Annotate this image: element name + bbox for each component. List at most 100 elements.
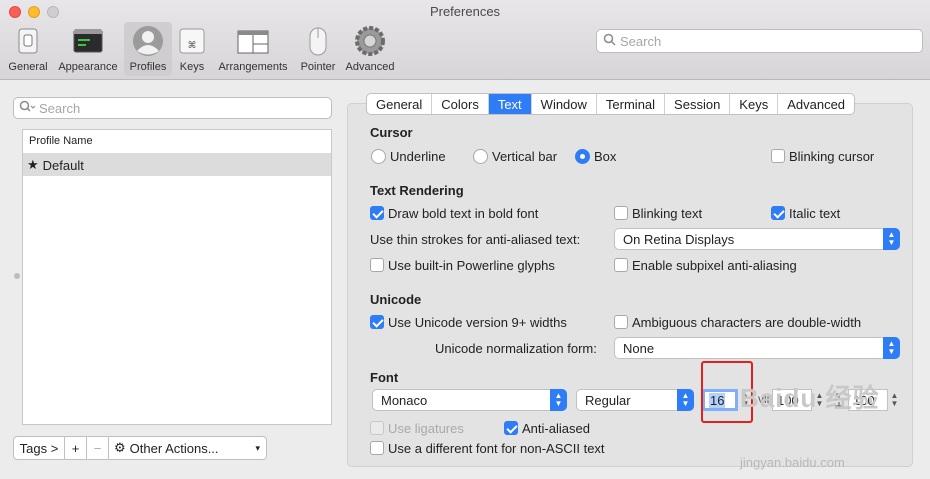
underline-radio[interactable] bbox=[371, 149, 386, 164]
profile-tabs: General Colors Text Window Terminal Sess… bbox=[366, 93, 856, 115]
toolbar-arrangements[interactable]: Arrangements bbox=[214, 22, 292, 76]
search-icon bbox=[19, 100, 37, 116]
powerline-label: Use built-in Powerline glyphs bbox=[388, 258, 555, 273]
popup-arrows-icon: ▲ ▼ bbox=[883, 228, 900, 250]
star-icon: ★ bbox=[27, 157, 39, 172]
toolbar-label: Arrangements bbox=[218, 61, 288, 73]
font-heading: Font bbox=[370, 370, 399, 385]
tab-terminal[interactable]: Terminal bbox=[597, 94, 666, 114]
other-actions-menu[interactable]: ⚙ Other Actions... ▾ bbox=[109, 436, 267, 460]
chevron-down-icon: ▾ bbox=[255, 442, 260, 453]
vertical-bar-radio[interactable] bbox=[473, 149, 488, 164]
toolbar-general[interactable]: General bbox=[4, 22, 52, 76]
tags-button[interactable]: Tags > bbox=[13, 436, 65, 460]
thin-strokes-value: On Retina Displays bbox=[623, 231, 735, 247]
toolbar-label: Appearance bbox=[58, 61, 118, 73]
normalization-label: Unicode normalization form: bbox=[435, 341, 597, 356]
toolbar-keys[interactable]: ⌘ Keys bbox=[174, 22, 210, 76]
tab-text[interactable]: Text bbox=[488, 94, 532, 114]
window-title: Preferences bbox=[429, 4, 501, 19]
toolbar-label: Profiles bbox=[129, 61, 167, 73]
bold-font-label: Draw bold text in bold font bbox=[388, 206, 539, 221]
blinking-cursor-checkbox[interactable] bbox=[771, 149, 785, 163]
popup-arrows-icon: ▲ ▼ bbox=[550, 389, 567, 411]
ambiguous-width-checkbox[interactable] bbox=[614, 315, 628, 329]
profile-actions-bar: Tags > + − ⚙ Other Actions... ▾ bbox=[13, 436, 267, 460]
add-profile-button[interactable]: + bbox=[65, 436, 87, 460]
search-placeholder: Search bbox=[620, 33, 662, 49]
watermark-url: jingyan.baidu.com bbox=[740, 455, 845, 470]
italic-text-label: Italic text bbox=[789, 206, 841, 221]
keyboard-icon: ⌘ bbox=[176, 25, 208, 57]
user-icon bbox=[132, 25, 164, 57]
svg-text:⌘: ⌘ bbox=[188, 41, 197, 51]
profile-name: Default bbox=[42, 157, 84, 173]
appearance-icon bbox=[72, 25, 104, 57]
unicode-version-checkbox[interactable] bbox=[370, 315, 384, 329]
blinking-text-checkbox[interactable] bbox=[614, 206, 628, 220]
tab-window[interactable]: Window bbox=[532, 94, 597, 114]
watermark-logo: Baidu 经验 bbox=[740, 383, 880, 413]
tab-advanced[interactable]: Advanced bbox=[778, 94, 854, 114]
toolbar-label: Advanced bbox=[345, 61, 395, 73]
window-titlebar: Preferences General Appearance Profiles … bbox=[0, 0, 930, 80]
non-ascii-font-checkbox[interactable] bbox=[370, 441, 384, 455]
normalization-value: None bbox=[623, 340, 655, 356]
popup-arrows-icon: ▲ ▼ bbox=[883, 337, 900, 359]
thin-strokes-label: Use thin strokes for anti-aliased text: bbox=[370, 232, 581, 247]
window-arrangement-icon bbox=[237, 25, 269, 57]
toolbar-advanced[interactable]: Advanced bbox=[343, 22, 397, 76]
toolbar-pointer[interactable]: Pointer bbox=[296, 22, 340, 76]
tab-colors[interactable]: Colors bbox=[432, 94, 489, 114]
thin-strokes-popup[interactable]: On Retina Displays ▲ ▼ bbox=[614, 228, 900, 250]
toolbar-label: General bbox=[8, 61, 48, 73]
toolbar-profiles[interactable]: Profiles bbox=[124, 22, 172, 76]
box-label: Box bbox=[594, 149, 617, 164]
box-radio[interactable] bbox=[575, 149, 590, 164]
other-actions-label: Other Actions... bbox=[129, 440, 219, 456]
subpixel-label: Enable subpixel anti-aliasing bbox=[632, 258, 797, 273]
font-family-popup[interactable]: Monaco ▲ ▼ bbox=[372, 389, 567, 411]
blinking-cursor-label: Blinking cursor bbox=[789, 149, 875, 164]
profile-row[interactable]: ★ Default bbox=[23, 154, 331, 176]
tab-session[interactable]: Session bbox=[665, 94, 731, 114]
unicode-version-label: Use Unicode version 9+ widths bbox=[388, 315, 567, 330]
tab-keys[interactable]: Keys bbox=[730, 94, 779, 114]
font-family-value: Monaco bbox=[381, 392, 428, 408]
switch-icon bbox=[12, 25, 44, 57]
unicode-heading: Unicode bbox=[370, 292, 422, 307]
toolbar-appearance[interactable]: Appearance bbox=[54, 22, 122, 76]
profile-name-column-header[interactable]: Profile Name bbox=[23, 130, 331, 154]
ambiguous-width-label: Ambiguous characters are double-width bbox=[632, 315, 862, 330]
subpixel-checkbox[interactable] bbox=[614, 258, 628, 272]
non-ascii-font-label: Use a different font for non-ASCII text bbox=[388, 441, 605, 456]
anti-aliased-label: Anti-aliased bbox=[522, 421, 590, 436]
tab-general[interactable]: General bbox=[367, 94, 433, 114]
cursor-heading: Cursor bbox=[370, 125, 413, 140]
anti-aliased-checkbox[interactable] bbox=[504, 421, 518, 435]
search-icon bbox=[603, 33, 616, 49]
profile-search-field[interactable]: Search bbox=[13, 97, 332, 119]
powerline-checkbox[interactable] bbox=[370, 258, 384, 272]
text-rendering-heading: Text Rendering bbox=[370, 183, 464, 198]
search-placeholder: Search bbox=[39, 100, 81, 116]
blinking-text-label: Blinking text bbox=[632, 206, 703, 221]
toolbar-label: Keys bbox=[179, 61, 205, 73]
splitter-handle[interactable] bbox=[14, 273, 20, 279]
mouse-icon bbox=[302, 25, 334, 57]
horizontal-spacing-stepper[interactable]: ▲ ▼ bbox=[889, 389, 900, 411]
ligatures-checkbox[interactable] bbox=[370, 421, 384, 435]
toolbar-search-field[interactable]: Search bbox=[596, 29, 923, 53]
bold-font-checkbox[interactable] bbox=[370, 206, 384, 220]
gear-icon: ⚙ bbox=[114, 440, 126, 455]
popup-arrows-icon: ▲ ▼ bbox=[677, 389, 694, 411]
gear-icon bbox=[354, 25, 386, 57]
normalization-popup[interactable]: None ▲ ▼ bbox=[614, 337, 900, 359]
remove-profile-button[interactable]: − bbox=[87, 436, 109, 460]
vertical-bar-label: Vertical bar bbox=[492, 149, 558, 164]
italic-text-checkbox[interactable] bbox=[771, 206, 785, 220]
font-style-popup[interactable]: Regular ▲ ▼ bbox=[576, 389, 694, 411]
underline-label: Underline bbox=[390, 149, 446, 164]
profile-list[interactable]: Profile Name ★ Default bbox=[22, 129, 332, 425]
toolbar-label: Pointer bbox=[300, 61, 336, 73]
